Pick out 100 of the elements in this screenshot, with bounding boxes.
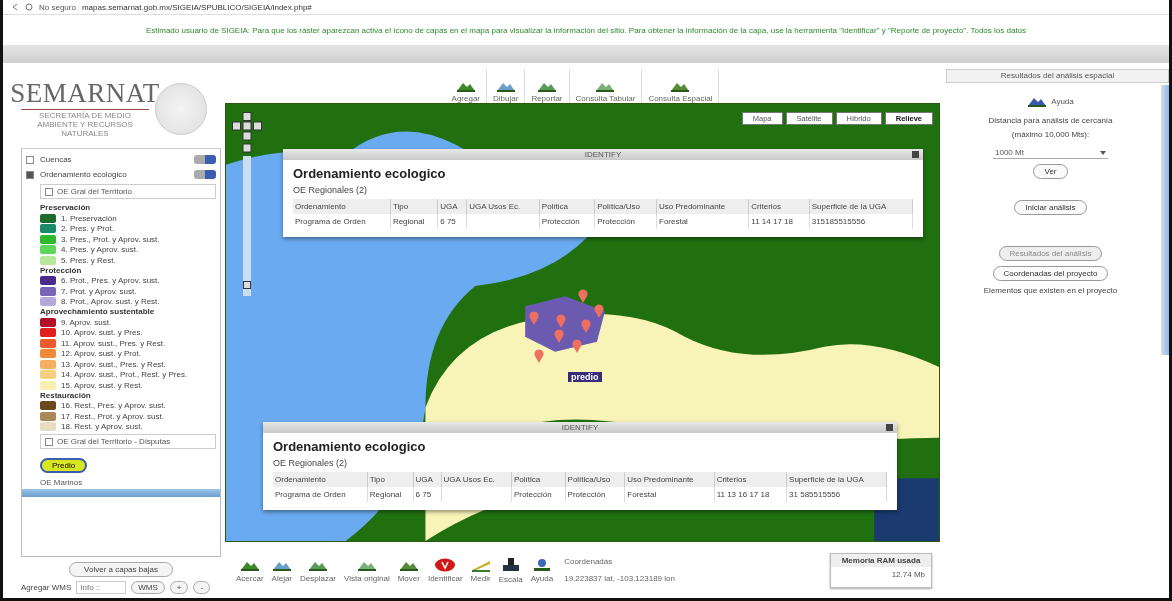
view-button[interactable]: Ver [1033,164,1068,179]
wms-select[interactable]: WMS [131,581,165,594]
legend-label: 17. Rest., Prot. y Aprov. sust. [61,411,164,421]
table-cell: 6 75 [437,214,467,229]
memory-label: Memoria RAM usada [831,553,931,567]
column-header: UGA [437,199,467,214]
table-cell: Regional [390,214,438,229]
legend-group: Aprovechamiento sustentable [40,307,216,317]
column-header: Superficie de la UGA [786,472,887,487]
legend-label: 3. Pres., Prot. y Aprov. sust. [61,234,160,244]
map-pin-icon[interactable] [578,289,588,303]
toolbar-button[interactable]: Medir [467,557,494,583]
coordinates-label: Coordenadas [564,557,614,566]
column-header: UGA Usos Ec. [466,199,540,214]
table-cell: Protección [565,487,625,502]
distance-select[interactable]: 1000 Mt [993,147,1108,159]
column-header: Ordenamiento [293,199,391,214]
toolbar-button[interactable]: Desplazar [297,557,340,583]
layer-label: Cuencas [40,155,73,164]
legend-label: 11. Aprov. sust., Pres. y Rest. [61,338,166,348]
column-header: Uso Predominante [624,472,715,487]
table-cell: Protección [539,214,595,229]
popup-title: Ordenamiento ecologico [272,438,427,456]
layer-tools-icon[interactable] [194,170,216,179]
toolbar-button[interactable]: Reportar [525,69,570,103]
toolbar-button[interactable]: Mover [394,557,423,583]
legend-label: 1. Preservación [61,213,117,223]
toolbar-button[interactable]: Consulta Tabular [569,69,643,103]
panel-header: Resultados del análisis espacial [946,69,1169,83]
table-cell: 6 75 [413,487,442,502]
add-button[interactable]: + [169,581,189,594]
column-header: Política/Uso [594,199,657,214]
predio-tag: Predio [40,458,88,473]
legend-label: 6. Prot., Pres. y Aprov. sust. [61,276,160,286]
toolbar-button[interactable]: Consulta Espacial [642,69,720,103]
wms-input[interactable]: Info :: [76,581,127,594]
layer-checkbox[interactable] [45,437,53,446]
scrollbar[interactable] [1161,85,1169,355]
map-label: predio [568,372,602,382]
layer-checkbox[interactable] [26,155,34,164]
zoom-slider[interactable] [243,156,251,296]
legend-label: 5. Pres. y Rest. [61,255,116,265]
toolbar-button[interactable]: Agregar [445,69,488,103]
table-cell: Forestal [624,487,715,502]
scrollbar[interactable] [22,489,220,497]
map-view[interactable] [225,103,940,542]
popup-subtitle: OE Regionales (2) [292,184,369,197]
map-pin-icon[interactable] [572,339,582,353]
column-header: UGA [413,472,442,487]
pan-controls-icon[interactable] [232,112,262,154]
logo-text: SEMARNAT [10,78,160,110]
address-bar[interactable]: mapas.semarnat.gob.mx/SIGEIA/SPUBLICO/SIGEIA/index.php# [81,2,312,12]
table-cell: 11 13 16 17 18 [714,487,787,502]
legend-group: Protección [40,265,216,276]
start-analysis-button[interactable]: Iniciar análisis [1014,200,1087,215]
reload-icon[interactable] [25,3,33,11]
toolbar-button[interactable]: Ayuda [527,557,557,583]
caret-icon [1100,150,1106,155]
column-header: Uso Predominante [656,199,749,214]
column-header: Política [539,199,595,214]
map-pin-icon[interactable] [534,349,544,363]
help-button[interactable]: Ayuda [1021,93,1080,109]
legend-label: 10. Aprov. sust. y Pres. [61,328,143,338]
toolbar-button[interactable]: Vista original [341,557,393,583]
column-header: Tipo [367,472,414,487]
toolbar-button[interactable]: Alejar [268,557,295,583]
base-layers-button[interactable]: Volver a capas bajas [69,562,173,577]
elements-text: Elementos que existen en el proyecto [983,286,1118,295]
legend-label: 18. Rest. y Aprov. sust. [61,422,143,432]
back-icon[interactable] [11,3,19,11]
popup-header: IDENTIFY [584,150,622,159]
toolbar-button[interactable]: Dibujar [487,69,526,103]
popup-header: IDENTIFY [561,423,599,432]
logo-subtitle: SECRETARÍA DE MEDIO AMBIENTE Y RECURSOS NATURALES [21,109,149,139]
column-header: Política [511,472,566,487]
layer-checkbox[interactable] [26,170,34,179]
memory-value: 12.74 Mb [890,568,926,581]
project-coordinates-button[interactable]: Coordenadas del proyecto [992,266,1109,281]
map-pin-icon[interactable] [594,304,604,318]
legend-checkbox[interactable] [45,187,53,196]
security-label: No seguro [39,2,76,12]
legend-label: 13. Aprov. sust., Pres. y Rest. [61,359,166,369]
help-icon [532,557,551,572]
layer-label: OE Gral del Territorio - Disputas [57,437,171,446]
column-header: Criterios [748,199,810,214]
results-button[interactable]: Resultados del análisis [998,246,1103,261]
column-header: Criterios [714,472,787,487]
legend-label: 4. Pres. y Aprov. sust. [61,245,139,255]
legend-label: 9. Aprov. sust. [61,317,112,327]
layer-tools-icon[interactable] [194,155,216,164]
popup-title: Ordenamiento ecologico [292,165,447,183]
toolbar-button[interactable]: Acercar [233,557,267,583]
legend-label: 14. Aprov. sust., Prot., Rest. y Pres. [61,370,188,380]
distance-label: Distancia para análisis de cercanía (máximo 10,000 Mts): [987,115,1114,141]
slider-thumb[interactable] [243,281,251,290]
remove-button[interactable]: - [193,581,211,594]
toolbar-button[interactable]: Escala [495,556,526,584]
toolbar-button[interactable]: Identificar [424,557,466,583]
table-cell: Programa de Orden [273,487,368,502]
popup-subtitle: OE Regionales (2) [272,457,349,470]
